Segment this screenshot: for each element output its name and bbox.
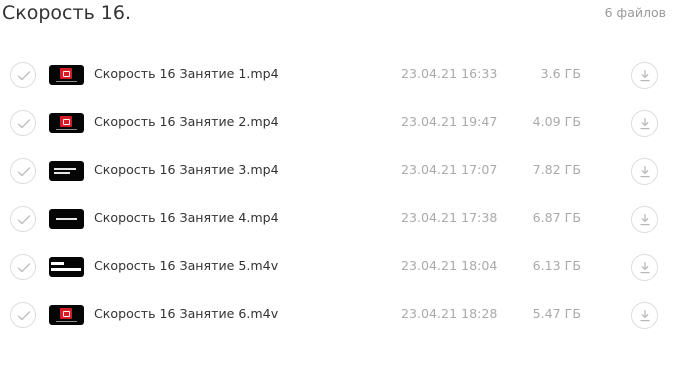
- file-row[interactable]: Скорость 16 Занятие 4.mp4 23.04.21 17:38…: [0, 195, 684, 243]
- download-icon: [640, 165, 650, 178]
- file-row[interactable]: Скорость 16 Занятие 3.mp4 23.04.21 17:07…: [0, 147, 684, 195]
- file-size: 4.09 ГБ: [532, 114, 581, 129]
- file-date: 23.04.21 16:33: [401, 66, 498, 81]
- file-list-page: Скорость 16. 6 файлов Скорость 16 Заняти…: [0, 0, 684, 365]
- file-size: 6.13 ГБ: [532, 258, 581, 273]
- thumbnail-caption-line: [56, 129, 77, 130]
- file-count: 6 файлов: [604, 5, 666, 20]
- check-icon: [17, 167, 31, 177]
- video-thumbnail: [49, 305, 84, 325]
- red-logo-icon: [60, 308, 72, 319]
- download-icon: [640, 261, 650, 274]
- select-file-button[interactable]: [10, 302, 36, 328]
- video-thumbnail: [49, 113, 84, 133]
- red-logo-icon: [60, 68, 72, 79]
- check-icon: [17, 263, 31, 273]
- download-button[interactable]: [631, 62, 658, 89]
- download-icon: [640, 213, 650, 226]
- select-file-button[interactable]: [10, 206, 36, 232]
- download-button[interactable]: [631, 254, 658, 281]
- file-date: 23.04.21 18:28: [401, 306, 498, 321]
- thumbnail-text-line: [51, 268, 81, 271]
- file-name[interactable]: Скорость 16 Занятие 6.m4v: [94, 306, 278, 321]
- file-name[interactable]: Скорость 16 Занятие 2.mp4: [94, 114, 279, 129]
- file-list: Скорость 16 Занятие 1.mp4 23.04.21 16:33…: [0, 51, 684, 339]
- video-thumbnail: [49, 161, 84, 181]
- select-file-button[interactable]: [10, 254, 36, 280]
- file-name[interactable]: Скорость 16 Занятие 1.mp4: [94, 66, 279, 81]
- thumbnail-text-line: [54, 172, 70, 174]
- file-date: 23.04.21 19:47: [401, 114, 498, 129]
- red-logo-icon: [60, 116, 72, 127]
- check-icon: [17, 215, 31, 225]
- file-name[interactable]: Скорость 16 Занятие 3.mp4: [94, 162, 279, 177]
- select-file-button[interactable]: [10, 158, 36, 184]
- download-button[interactable]: [631, 206, 658, 233]
- check-icon: [17, 71, 31, 81]
- video-thumbnail: [49, 209, 84, 229]
- file-row[interactable]: Скорость 16 Занятие 2.mp4 23.04.21 19:47…: [0, 99, 684, 147]
- file-name[interactable]: Скорость 16 Занятие 5.m4v: [94, 258, 278, 273]
- download-button[interactable]: [631, 302, 658, 329]
- video-thumbnail: [49, 65, 84, 85]
- file-size: 6.87 ГБ: [532, 210, 581, 225]
- file-size: 5.47 ГБ: [532, 306, 581, 321]
- thumbnail-caption-line: [56, 81, 77, 82]
- file-date: 23.04.21 17:07: [401, 162, 498, 177]
- check-icon: [17, 119, 31, 129]
- file-row[interactable]: Скорость 16 Занятие 6.m4v 23.04.21 18:28…: [0, 291, 684, 339]
- thumbnail-caption-line: [56, 321, 77, 322]
- thumbnail-text-line: [54, 168, 76, 170]
- file-date: 23.04.21 17:38: [401, 210, 498, 225]
- file-row[interactable]: Скорость 16 Занятие 5.m4v 23.04.21 18:04…: [0, 243, 684, 291]
- select-file-button[interactable]: [10, 62, 36, 88]
- video-thumbnail: [49, 257, 84, 277]
- folder-title: Скорость 16.: [2, 2, 132, 24]
- download-button[interactable]: [631, 158, 658, 185]
- file-size: 3.6 ГБ: [540, 66, 581, 81]
- download-icon: [640, 117, 650, 130]
- thumbnail-text-line: [51, 262, 64, 265]
- file-size: 7.82 ГБ: [532, 162, 581, 177]
- select-file-button[interactable]: [10, 110, 36, 136]
- file-name[interactable]: Скорость 16 Занятие 4.mp4: [94, 210, 279, 225]
- thumbnail-text-line: [56, 218, 77, 220]
- file-row[interactable]: Скорость 16 Занятие 1.mp4 23.04.21 16:33…: [0, 51, 684, 99]
- download-icon: [640, 69, 650, 82]
- download-icon: [640, 309, 650, 322]
- check-icon: [17, 311, 31, 321]
- file-date: 23.04.21 18:04: [401, 258, 498, 273]
- download-button[interactable]: [631, 110, 658, 137]
- folder-header: Скорость 16. 6 файлов: [0, 0, 684, 30]
